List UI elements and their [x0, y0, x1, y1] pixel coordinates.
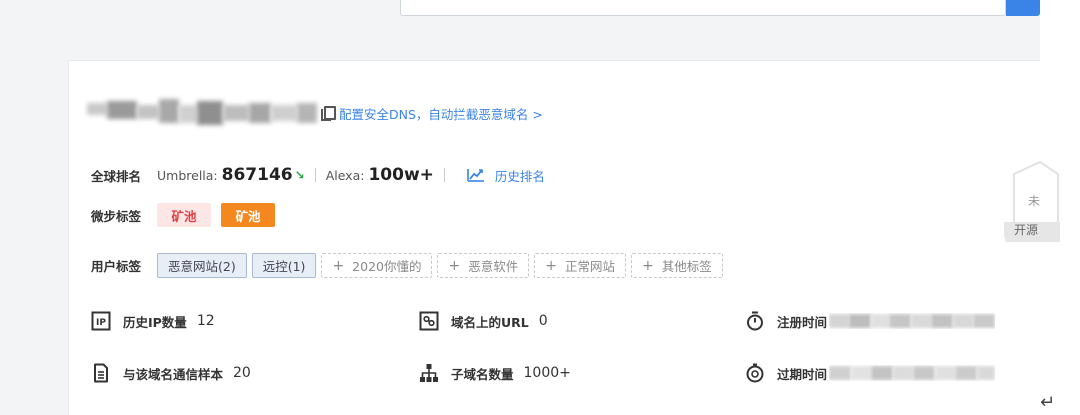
badge-text-bottom: 开源 — [1014, 223, 1039, 237]
stat-value: 1000+ — [523, 365, 571, 381]
plus-icon: + — [641, 257, 654, 274]
add-tag-2020[interactable]: +2020你懂的 — [321, 253, 433, 278]
copy-icon[interactable] — [321, 106, 336, 121]
domain-header: 配置安全DNS，自动拦截恶意域名 > — [83, 91, 543, 135]
redacted-register-date — [829, 313, 996, 329]
umbrella-label: Umbrella: — [157, 167, 218, 183]
history-rank-link[interactable]: 历史排名 — [495, 166, 545, 185]
stat-value: 0 — [538, 313, 548, 329]
divider — [443, 168, 445, 182]
micro-tags-label: 微步标签 — [91, 208, 142, 224]
link-box-icon — [419, 311, 439, 331]
stat-label: 注册时间 — [777, 314, 828, 330]
svg-text:IP: IP — [96, 318, 106, 328]
stopwatch-icon — [747, 311, 763, 331]
trend-chart-icon[interactable] — [467, 168, 485, 182]
stat-url-count[interactable]: 域名上的URL 0 — [419, 311, 548, 331]
divider — [314, 168, 316, 182]
micro-tag-mining-pool-orange[interactable]: 矿池 — [221, 203, 275, 227]
micro-tags-row: 微步标签 矿池 矿池 — [91, 203, 285, 227]
add-tag-other[interactable]: + 其他标签 — [630, 253, 723, 278]
stat-samples[interactable]: 与该域名通信样本 20 — [91, 363, 251, 383]
ip-icon: IP — [91, 311, 111, 331]
stat-value: 12 — [196, 313, 215, 329]
search-input[interactable] — [400, 0, 1006, 16]
plus-icon: + — [448, 257, 461, 274]
add-tag-malware[interactable]: + 恶意软件 — [437, 253, 530, 278]
stat-label: 子域名数量 — [451, 366, 514, 382]
redacted-domain-name — [83, 93, 319, 133]
stat-expire-time: 过期时间 — [745, 363, 996, 383]
hierarchy-icon — [420, 364, 438, 382]
add-tag-label: 恶意软件 — [468, 259, 519, 274]
user-tags-label: 用户标签 — [91, 259, 142, 274]
stat-register-time: 注册时间 — [745, 311, 996, 331]
alexa-label: Alexa: — [325, 167, 365, 183]
stat-label: 过期时间 — [777, 366, 828, 382]
add-tag-label: 2020你懂的 — [352, 259, 422, 274]
user-tag-malicious-site[interactable]: 恶意网站(2) — [157, 253, 247, 278]
stat-label: 域名上的URL — [451, 314, 529, 330]
add-tag-label: 正常网站 — [564, 259, 615, 274]
badge-text-top: 未 — [1028, 194, 1041, 208]
document-icon — [94, 363, 108, 383]
redacted-expire-date — [829, 365, 996, 381]
stat-label: 历史IP数量 — [123, 314, 187, 330]
stat-label: 与该域名通信样本 — [123, 366, 224, 382]
micro-tag-mining-pool-red[interactable]: 矿池 — [157, 203, 211, 227]
global-rank-label: 全球排名 — [91, 168, 142, 184]
add-tag-label: 其他标签 — [661, 259, 712, 274]
stat-value: 20 — [233, 365, 251, 381]
user-tags-row: 用户标签 恶意网站(2) 远控(1) +2020你懂的 + 恶意软件 + 正常网站 … — [91, 253, 728, 278]
clock-circle-icon — [746, 363, 764, 383]
return-arrow-icon: ↵ — [1040, 392, 1056, 413]
down-right-arrow-icon: ↘ — [294, 168, 305, 182]
global-rank-row: 全球排名 Umbrella: 867146 ↘ Alexa: 100w+ 历史排… — [91, 165, 545, 185]
search-button[interactable] — [1006, 0, 1040, 16]
alexa-rank-value: 100w+ — [368, 165, 434, 185]
umbrella-rank-value: 867146 — [221, 165, 293, 185]
configure-dns-link[interactable]: 配置安全DNS，自动拦截恶意域名 > — [339, 104, 543, 123]
add-tag-normal-site[interactable]: + 正常网站 — [534, 253, 626, 278]
user-tag-remote-control[interactable]: 远控(1) — [251, 253, 317, 278]
stat-subdomains[interactable]: 子域名数量 1000+ — [419, 363, 571, 383]
plus-icon: + — [545, 257, 557, 274]
plus-icon: + — [332, 257, 345, 274]
stat-history-ip[interactable]: IP 历史IP数量 12 — [91, 311, 215, 331]
domain-info-card: 配置安全DNS，自动拦截恶意域名 > 全球排名 Umbrella: 867146… — [68, 60, 1040, 415]
